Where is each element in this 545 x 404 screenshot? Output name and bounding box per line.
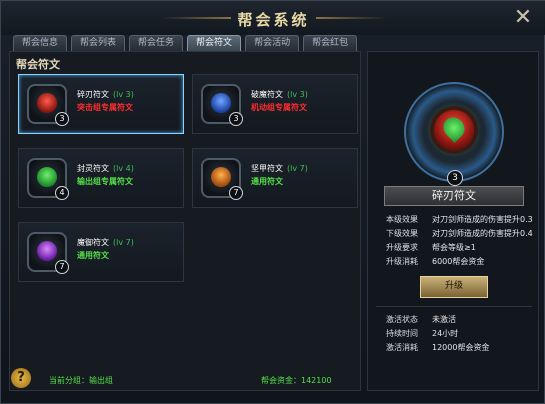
- close-icon[interactable]: ✕: [512, 7, 534, 29]
- level-badge: 4: [55, 186, 69, 200]
- rune-card-5[interactable]: 7 魔御符文 (lv 7) 通用符文: [18, 222, 184, 282]
- rune-name: 碎刃符文: [77, 90, 109, 99]
- rune-name: 坚甲符文: [251, 164, 283, 173]
- rune-card-1[interactable]: 3 碎刃符文 (lv 3) 突击组专属符文: [18, 74, 184, 134]
- rune-level: (lv 7): [287, 164, 308, 173]
- detail-level-badge: 3: [447, 170, 463, 186]
- rune-desc: 突击组专属符文: [77, 103, 133, 112]
- tab-bar: 帮会信息 帮会列表 帮会任务 帮会符文 帮会活动 帮会红包: [13, 35, 358, 51]
- window-title: 帮会系统: [237, 11, 310, 29]
- activation-status-row: 激活状态 未激活: [386, 315, 456, 324]
- rune-desc: 通用符文: [77, 251, 109, 260]
- rune-desc: 机动组专属符文: [251, 103, 307, 112]
- level-badge: 7: [55, 260, 69, 274]
- duration-row: 持续时间 24小时: [386, 329, 459, 338]
- next-effect-row: 下级效果 对刀剑师造成的伤害提升0.4: [386, 229, 533, 238]
- rune-detail-name: 碎刃符文: [384, 186, 524, 206]
- level-badge: 3: [55, 112, 69, 126]
- rune-desc: 输出组专属符文: [77, 177, 133, 186]
- title-ornament-right: [316, 17, 386, 19]
- tab-guild-runes[interactable]: 帮会符文: [187, 35, 242, 51]
- tab-guild-red-packets[interactable]: 帮会红包: [303, 35, 358, 51]
- level-badge: 3: [229, 112, 243, 126]
- upgrade-button[interactable]: 升级: [420, 276, 488, 298]
- activation-cost-row: 激活消耗 12000帮会资金: [386, 343, 490, 352]
- rune-preview-icon: [404, 82, 504, 182]
- rune-gem-icon: 7: [201, 158, 243, 200]
- current-group: 当前分组：输出组: [49, 376, 113, 385]
- rune-card-2[interactable]: 3 破魔符文 (lv 3) 机动组专属符文: [192, 74, 358, 134]
- footer-bar: ? 当前分组：输出组 帮会资金：142100: [9, 366, 361, 392]
- rune-level: (lv 3): [287, 90, 308, 99]
- tab-guild-activities[interactable]: 帮会活动: [245, 35, 300, 51]
- upgrade-require-row: 升级要求 帮会等级≥1: [386, 243, 476, 252]
- rune-desc: 通用符文: [251, 177, 283, 186]
- section-title: 帮会符文: [16, 58, 60, 71]
- divider: [376, 306, 532, 307]
- title-bar: 帮会系统 ✕: [1, 1, 545, 35]
- rune-gem-icon: 4: [27, 158, 69, 200]
- tab-guild-tasks[interactable]: 帮会任务: [129, 35, 184, 51]
- rune-level: (lv 3): [113, 90, 134, 99]
- rune-card-4[interactable]: 7 坚甲符文 (lv 7) 通用符文: [192, 148, 358, 208]
- upgrade-cost-row: 升级消耗 6000帮会资金: [386, 257, 485, 266]
- tab-guild-info[interactable]: 帮会信息: [13, 35, 68, 51]
- rune-gem-icon: 3: [27, 84, 69, 126]
- rune-gem-icon: 7: [27, 232, 69, 274]
- rune-name: 魔御符文: [77, 238, 109, 247]
- rune-level: (lv 4): [113, 164, 134, 173]
- current-effect-row: 本级效果 对刀剑师造成的伤害提升0.3: [386, 215, 533, 224]
- rune-gem-icon: 3: [201, 84, 243, 126]
- rune-detail-panel: 碎刃符文 3 本级效果 对刀剑师造成的伤害提升0.3 下级效果 对刀剑师造成的伤害提…: [367, 51, 539, 391]
- rune-level: (lv 7): [113, 238, 134, 247]
- rune-list-panel: 帮会符文 3 碎刃符文 (lv 3) 突击组专属符文 3 破魔符文 (lv 3) 机…: [9, 51, 361, 391]
- help-icon[interactable]: ?: [11, 368, 31, 388]
- rune-card-3[interactable]: 4 封灵符文 (lv 4) 输出组专属符文: [18, 148, 184, 208]
- guild-window: 帮会系统 ✕ 帮会信息 帮会列表 帮会任务 帮会符文 帮会活动 帮会红包 帮会符…: [0, 0, 545, 404]
- tab-guild-list[interactable]: 帮会列表: [71, 35, 126, 51]
- rune-name: 封灵符文: [77, 164, 109, 173]
- guild-funds: 帮会资金：142100: [261, 376, 332, 385]
- rune-name: 破魔符文: [251, 90, 283, 99]
- level-badge: 7: [229, 186, 243, 200]
